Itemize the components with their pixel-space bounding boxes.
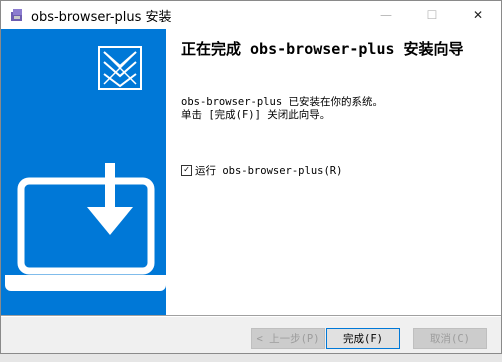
installer-logo-icon: [98, 46, 142, 90]
minimize-icon: —: [380, 8, 392, 22]
checkmark-icon: ✓: [183, 165, 190, 175]
completion-message: obs-browser-plus 已安装在你的系统。 单击 [完成(F)] 关闭…: [181, 96, 491, 122]
cancel-button[interactable]: 取消(C): [413, 328, 487, 349]
finish-button[interactable]: 完成(F): [326, 328, 400, 349]
installer-window: obs-browser-plus 安装 — ☐ ✕ 正在完成 obs-brows…: [0, 0, 502, 354]
wizard-content: 正在完成 obs-browser-plus 安装向导 obs-browser-p…: [166, 29, 501, 315]
page-title: 正在完成 obs-browser-plus 安装向导: [181, 40, 464, 58]
close-button[interactable]: ✕: [455, 1, 501, 29]
title-bar[interactable]: obs-browser-plus 安装 — ☐ ✕: [1, 1, 501, 29]
minimize-button[interactable]: —: [363, 1, 409, 29]
run-app-label: 运行 obs-browser-plus(R): [195, 165, 343, 177]
completion-text-line-2: 单击 [完成(F)] 关闭此向导。: [181, 109, 331, 121]
download-laptop-icon: [5, 163, 166, 291]
close-icon: ✕: [472, 8, 484, 22]
background-window-strip: [0, 354, 502, 362]
maximize-button[interactable]: ☐: [409, 1, 455, 29]
wizard-banner: [1, 29, 166, 315]
back-button[interactable]: < 上一步(P): [251, 328, 325, 349]
run-app-checkbox[interactable]: ✓ 运行 obs-browser-plus(R): [181, 163, 342, 178]
maximize-icon: ☐: [426, 8, 438, 22]
completion-text-line-1: obs-browser-plus 已安装在你的系统。: [181, 96, 383, 108]
installer-app-icon: [11, 9, 22, 21]
window-title: obs-browser-plus 安装: [31, 10, 172, 25]
checkbox-box[interactable]: ✓: [181, 165, 192, 176]
wizard-footer: < 上一步(P) 完成(F) 取消(C): [1, 317, 501, 353]
